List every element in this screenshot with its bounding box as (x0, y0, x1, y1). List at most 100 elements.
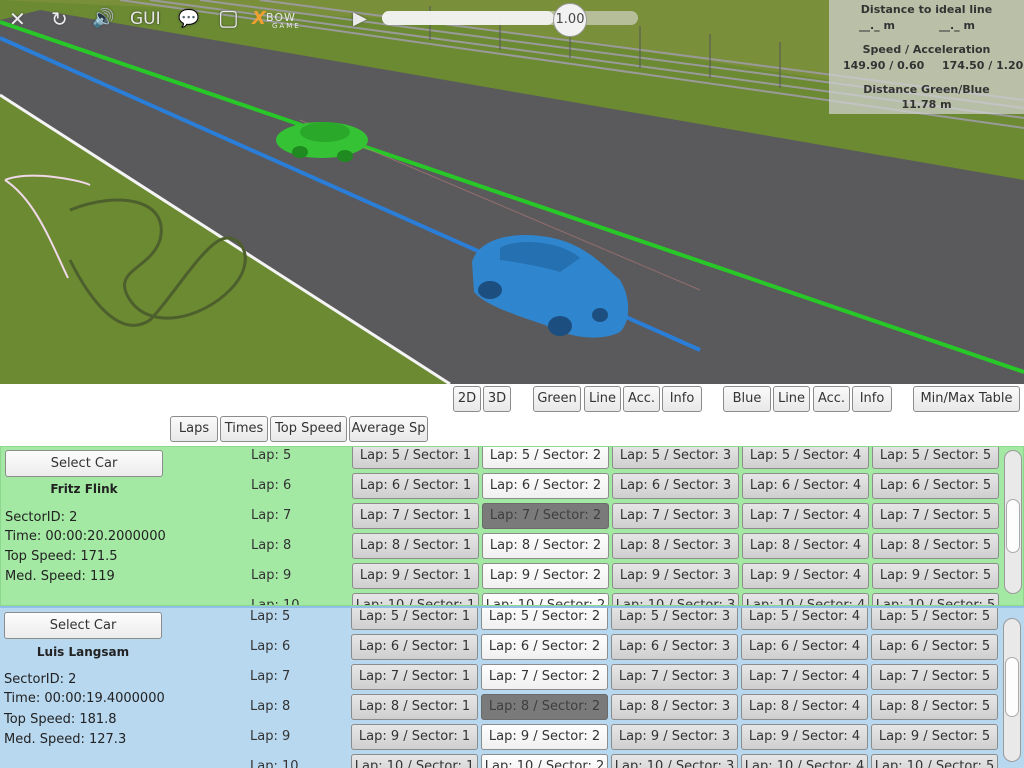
blue-sector-cell[interactable]: Lap: 7 / Sector: 5 (871, 664, 998, 690)
blue-sector-cell[interactable]: Lap: 9 / Sector: 2 (481, 724, 608, 750)
blue-sector-cell[interactable]: Lap: 10 / Sector: 4 (741, 754, 868, 768)
green-sector-cell[interactable]: Lap: 5 / Sector: 5 (872, 447, 999, 469)
blue-sector-cell[interactable]: Lap: 7 / Sector: 1 (351, 664, 478, 690)
green-scroll-thumb[interactable] (1006, 499, 1020, 553)
green-sector-cell[interactable]: Lap: 6 / Sector: 5 (872, 473, 999, 499)
blue-sector-cell[interactable]: Lap: 9 / Sector: 5 (871, 724, 998, 750)
blue-sector-cell[interactable]: Lap: 10 / Sector: 5 (871, 754, 998, 768)
speed-slider-knob[interactable]: 1.00 (553, 3, 587, 37)
screen-icon[interactable]: ▢ (218, 8, 239, 30)
blue-sector-cell[interactable]: Lap: 6 / Sector: 4 (741, 634, 868, 660)
blue-sector-cell[interactable]: Lap: 7 / Sector: 4 (741, 664, 868, 690)
blue-sector-cell[interactable]: Lap: 7 / Sector: 2 (481, 664, 608, 690)
green-toggle-button[interactable]: Green (533, 386, 581, 412)
green-sector-cell[interactable]: Lap: 9 / Sector: 1 (352, 563, 479, 589)
blue-sector-cell[interactable]: Lap: 8 / Sector: 4 (741, 694, 868, 720)
blue-sector-cell[interactable]: Lap: 10 / Sector: 3 (611, 754, 738, 768)
green-sector-cell[interactable]: Lap: 5 / Sector: 3 (612, 447, 739, 469)
blue-time: Time: 00:00:19.4000000 (4, 691, 165, 706)
green-sector-cell[interactable]: Lap: 6 / Sector: 2 (482, 473, 609, 499)
green-select-car-button[interactable]: Select Car (5, 450, 163, 477)
speed-slider[interactable] (382, 11, 638, 25)
blue-sector-cell[interactable]: Lap: 5 / Sector: 4 (741, 608, 868, 630)
blue-sector-cell[interactable]: Lap: 5 / Sector: 1 (351, 608, 478, 630)
green-sector-cell[interactable]: Lap: 9 / Sector: 2 (482, 563, 609, 589)
view-3d-button[interactable]: 3D (483, 386, 511, 412)
blue-sector-cell[interactable]: Lap: 8 / Sector: 5 (871, 694, 998, 720)
gui-toggle[interactable]: GUI (130, 9, 161, 29)
reset-icon[interactable]: ↻ (51, 8, 68, 30)
blue-sector-cell[interactable]: Lap: 6 / Sector: 2 (481, 634, 608, 660)
blue-sector-cell[interactable]: Lap: 10 / Sector: 1 (351, 754, 478, 768)
blue-sector-cell[interactable]: Lap: 8 / Sector: 1 (351, 694, 478, 720)
green-sector-cell[interactable]: Lap: 5 / Sector: 4 (742, 447, 869, 469)
green-sector-cell[interactable]: Lap: 7 / Sector: 1 (352, 503, 479, 529)
blue-sector-cell[interactable]: Lap: 8 / Sector: 3 (611, 694, 738, 720)
blue-sector-cell[interactable]: Lap: 5 / Sector: 5 (871, 608, 998, 630)
tab-laps[interactable]: Laps (170, 416, 218, 442)
green-sector-cell[interactable]: Lap: 7 / Sector: 3 (612, 503, 739, 529)
green-sector-cell[interactable]: Lap: 6 / Sector: 4 (742, 473, 869, 499)
green-sector-cell[interactable]: Lap: 7 / Sector: 4 (742, 503, 869, 529)
blue-sector-cell[interactable]: Lap: 9 / Sector: 4 (741, 724, 868, 750)
tab-top-speed[interactable]: Top Speed (270, 416, 347, 442)
blue-sector-cell[interactable]: Lap: 6 / Sector: 3 (611, 634, 738, 660)
green-sector-cell[interactable]: Lap: 9 / Sector: 3 (612, 563, 739, 589)
green-line-button[interactable]: Line (584, 386, 621, 412)
blue-car-panel: Select Car Luis Langsam SectorID: 2 Time… (0, 606, 1024, 768)
green-sector-cell[interactable]: Lap: 8 / Sector: 3 (612, 533, 739, 559)
blue-select-car-button[interactable]: Select Car (4, 612, 162, 639)
blue-info-button[interactable]: Info (852, 386, 892, 412)
view-2d-button[interactable]: 2D (453, 386, 481, 412)
green-lap-label: Lap: 10 (251, 598, 300, 606)
green-sector-cell[interactable]: Lap: 7 / Sector: 5 (872, 503, 999, 529)
blue-sector-cell[interactable]: Lap: 9 / Sector: 3 (611, 724, 738, 750)
green-sector-cell[interactable]: Lap: 9 / Sector: 5 (872, 563, 999, 589)
blue-sector-cell[interactable]: Lap: 10 / Sector: 2 (481, 754, 608, 768)
xbow-logo: X BOW GAME (250, 8, 326, 30)
blue-sector-cell[interactable]: Lap: 6 / Sector: 5 (871, 634, 998, 660)
green-sector-cell[interactable]: Lap: 10 / Sector: 5 (872, 593, 999, 605)
green-info-button[interactable]: Info (662, 386, 702, 412)
green-sector-cell[interactable]: Lap: 8 / Sector: 4 (742, 533, 869, 559)
blue-sector-cell[interactable]: Lap: 9 / Sector: 1 (351, 724, 478, 750)
blue-scroll-thumb[interactable] (1005, 657, 1019, 717)
blue-line-button[interactable]: Line (773, 386, 810, 412)
green-acc-button[interactable]: Acc. (623, 386, 660, 412)
green-sector-cell[interactable]: Lap: 10 / Sector: 1 (352, 593, 479, 605)
blue-sector-cell[interactable]: Lap: 6 / Sector: 1 (351, 634, 478, 660)
blue-sector-cell[interactable]: Lap: 5 / Sector: 3 (611, 608, 738, 630)
green-sector-cell[interactable]: Lap: 5 / Sector: 2 (482, 447, 609, 469)
blue-sector-cell[interactable]: Lap: 7 / Sector: 3 (611, 664, 738, 690)
green-sector-cell[interactable]: Lap: 9 / Sector: 4 (742, 563, 869, 589)
green-sector-cell[interactable]: Lap: 6 / Sector: 1 (352, 473, 479, 499)
green-sector-cell[interactable]: Lap: 10 / Sector: 4 (742, 593, 869, 605)
blue-lap-label: Lap: 8 (250, 699, 291, 714)
close-icon[interactable]: ✕ (9, 8, 26, 30)
tab-times[interactable]: Times (220, 416, 268, 442)
green-lap-label: Lap: 5 (251, 448, 292, 463)
track-3d-view[interactable]: ✕ ↻ 🔊 GUI 💬 ▢ X BOW GAME ▶ 1.00 Distance… (0, 0, 1024, 384)
green-sector-cell[interactable]: Lap: 5 / Sector: 1 (352, 447, 479, 469)
green-sector-cell[interactable]: Lap: 10 / Sector: 3 (612, 593, 739, 605)
green-time: Time: 00:00:20.2000000 (5, 529, 166, 544)
green-sector-cell-current[interactable]: Lap: 7 / Sector: 2 (482, 503, 609, 529)
play-icon[interactable]: ▶ (353, 8, 367, 30)
green-sector-cell[interactable]: Lap: 6 / Sector: 3 (612, 473, 739, 499)
sound-icon[interactable]: 🔊 (92, 8, 114, 30)
blue-sector-cell[interactable]: Lap: 5 / Sector: 2 (481, 608, 608, 630)
green-sector-cell[interactable]: Lap: 8 / Sector: 2 (482, 533, 609, 559)
chat-icon[interactable]: 💬 (178, 8, 199, 30)
minmax-table-button[interactable]: Min/Max Table (913, 386, 1020, 412)
blue-sector-cell-current[interactable]: Lap: 8 / Sector: 2 (481, 694, 608, 720)
blue-acc-button[interactable]: Acc. (813, 386, 850, 412)
tab-average-speed[interactable]: Average Sp (349, 416, 428, 442)
logo-letter: X (252, 8, 266, 29)
green-vertical-scrollbar[interactable] (1004, 450, 1022, 594)
blue-toggle-button[interactable]: Blue (723, 386, 771, 412)
blue-vertical-scrollbar[interactable] (1003, 618, 1021, 762)
green-sector-cell[interactable]: Lap: 8 / Sector: 5 (872, 533, 999, 559)
green-sector-cell[interactable]: Lap: 8 / Sector: 1 (352, 533, 479, 559)
speed-blue: 174.50 / 1.20 (942, 59, 1024, 72)
green-sector-cell[interactable]: Lap: 10 / Sector: 2 (482, 593, 609, 605)
